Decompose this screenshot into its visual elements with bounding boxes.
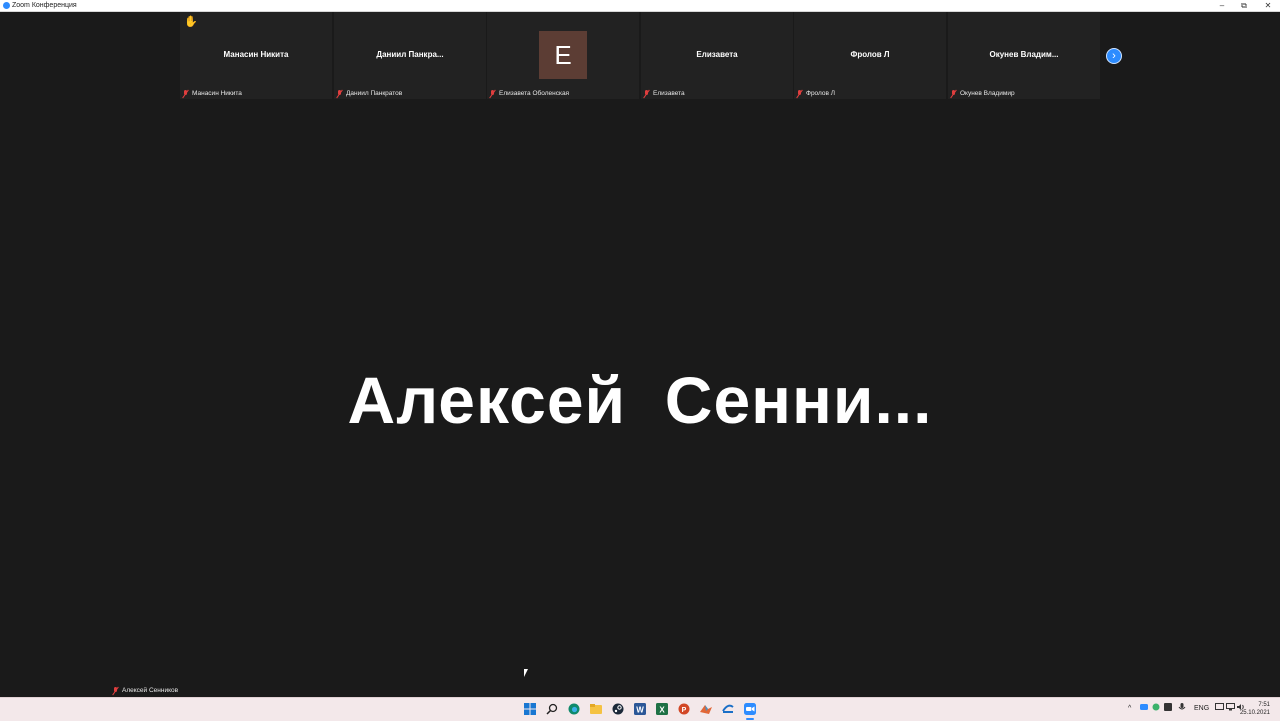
window-title: Zoom Конференция (12, 2, 77, 9)
network-icon[interactable] (1226, 703, 1235, 716)
participant-tile[interactable]: Елизавета Елизавета (641, 12, 793, 99)
participant-footer: Елизавета Оболенская (489, 89, 569, 98)
powerpoint-icon[interactable]: P (678, 703, 690, 715)
participant-tile[interactable]: Окунев Владим... Окунев Владимир (948, 12, 1100, 99)
participant-display-name: Окунев Владим... (989, 50, 1059, 59)
participant-gallery-strip: Манасин Никита Манасин Никита Даниил Пан… (180, 12, 1100, 99)
word-icon[interactable]: W (634, 703, 646, 715)
steam-icon[interactable] (612, 703, 624, 715)
mic-muted-icon (182, 89, 189, 98)
tray-app-icon[interactable] (1152, 703, 1160, 716)
microphone-icon[interactable] (1178, 703, 1186, 717)
participant-footer: Окунев Владимир (950, 89, 1015, 98)
raise-hand-icon: ✋ (184, 16, 198, 28)
participant-display-name: Елизавета (696, 50, 738, 59)
window-title-bar: Zoom Конференция – ⧉ ✕ (0, 0, 1280, 12)
participant-display-name: Даниил Панкра... (376, 50, 444, 59)
close-button[interactable]: ✕ (1257, 0, 1279, 11)
participant-display-name: Фролов Л (850, 50, 890, 59)
clock-time: 7:51 (1258, 702, 1270, 708)
next-page-button[interactable]: › (1106, 48, 1122, 64)
input-language-indicator[interactable]: ENG (1194, 703, 1209, 715)
participant-tile[interactable]: Фролов Л Фролов Л (794, 12, 946, 99)
svg-text:P: P (682, 707, 687, 714)
search-icon[interactable] (546, 703, 558, 715)
windows-start-icon[interactable] (524, 703, 536, 715)
participant-footer: Манасин Никита (182, 89, 242, 98)
mic-muted-icon (796, 89, 803, 98)
display-icon[interactable] (1215, 703, 1224, 716)
tray-overflow-icon[interactable]: ^ (1128, 703, 1131, 715)
participant-name-label: Елизавета (653, 90, 685, 97)
participant-footer: Даниил Панкратов (336, 89, 402, 98)
mic-muted-icon (112, 686, 119, 695)
self-video-label: Алексей Сенников (112, 686, 178, 695)
mic-muted-icon (489, 89, 496, 98)
tray-app-icon[interactable] (1140, 703, 1148, 716)
zoom-app-icon (3, 2, 10, 9)
participant-name-label: Манасин Никита (192, 90, 242, 97)
excel-icon[interactable]: X (656, 703, 668, 715)
mic-muted-icon (336, 89, 343, 98)
matlab-icon[interactable] (700, 703, 712, 715)
mic-muted-icon (950, 89, 957, 98)
participant-tile[interactable]: E Елизавета Оболенская (487, 12, 639, 99)
participant-name-label: Окунев Владимир (960, 90, 1015, 97)
mic-muted-icon (643, 89, 650, 98)
system-clock[interactable]: 7:51 25.10.2021 (1240, 701, 1270, 717)
file-explorer-icon[interactable] (590, 703, 602, 715)
edge-icon[interactable] (568, 703, 580, 715)
zoom-icon[interactable] (744, 703, 756, 715)
participant-name-label: Елизавета Оболенская (499, 90, 570, 97)
participant-name-label: Даниил Панкратов (346, 90, 403, 97)
minimize-button[interactable]: – (1211, 0, 1233, 11)
participant-tile[interactable]: Манасин Никита Манасин Никита (180, 12, 332, 99)
windows-taskbar: W X P ^ ENG 7:51 25.10.2021 (0, 697, 1280, 721)
svg-text:X: X (659, 706, 665, 715)
clock-date: 25.10.2021 (1239, 710, 1270, 716)
participant-tile[interactable]: Даниил Панкра... Даниил Панкратов (334, 12, 486, 99)
tray-app-icon[interactable] (1164, 703, 1172, 716)
participant-footer: Елизавета (643, 89, 685, 98)
restore-button[interactable]: ⧉ (1233, 0, 1255, 11)
participant-footer: Фролов Л (796, 89, 835, 98)
self-name-label: Алексей Сенников (122, 687, 179, 694)
mouse-cursor-icon (524, 669, 528, 677)
participant-name-label: Фролов Л (806, 90, 836, 97)
remote-icon[interactable] (722, 703, 734, 715)
avatar: E (539, 31, 587, 79)
participant-display-name: Манасин Никита (223, 50, 289, 59)
active-speaker-name: Алексей Сенни... (347, 363, 933, 437)
svg-text:W: W (636, 706, 644, 715)
